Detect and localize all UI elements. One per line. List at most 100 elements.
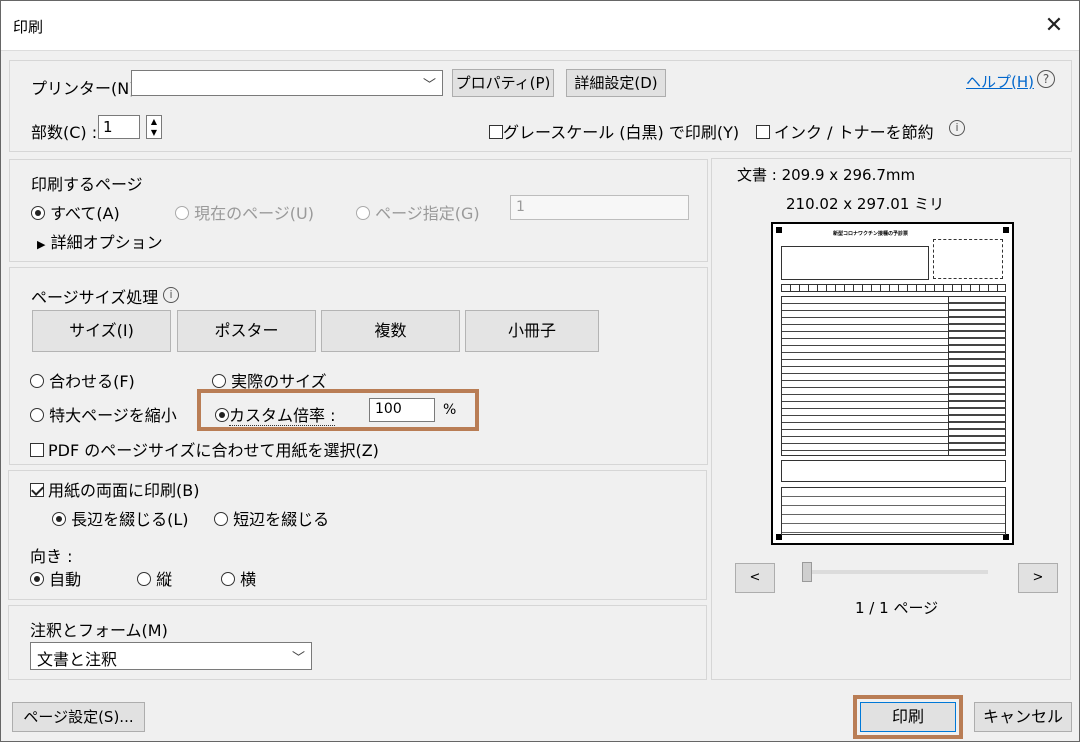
grayscale-option[interactable]: グレースケール (白黒) で印刷(Y) (489, 119, 739, 143)
custom-scale-label: カスタム倍率 : (229, 406, 336, 426)
short-edge-radio[interactable] (214, 512, 228, 526)
shrink-radio[interactable] (30, 408, 44, 422)
sizing-heading: ページサイズ処理 i (31, 284, 179, 308)
help-link[interactable]: ヘルプ(H) (966, 71, 1034, 92)
fit-label: 合わせる(F) (49, 372, 135, 391)
page-range-value: 1 (516, 199, 525, 215)
preview-form-box (781, 246, 929, 280)
fit-radio[interactable] (30, 374, 44, 388)
save-ink-label: インク / トナーを節約 (774, 123, 934, 142)
info-icon[interactable]: i (163, 287, 179, 303)
page-range-option[interactable]: ページ指定(G) (356, 200, 480, 224)
size-tab[interactable]: サイズ(I) (32, 310, 171, 352)
pdf-paper-checkbox[interactable] (30, 443, 44, 457)
duplex-option[interactable]: 用紙の両面に印刷(B) (30, 477, 199, 501)
custom-scale-value: 100 (375, 401, 402, 417)
copies-value: 1 (103, 118, 113, 136)
current-page-label: 現在のページ(U) (194, 204, 314, 223)
portrait-radio[interactable] (137, 572, 151, 586)
title-bar: 印刷 ✕ (1, 1, 1079, 51)
auto-orientation-radio[interactable] (30, 572, 44, 586)
close-icon[interactable]: ✕ (1039, 11, 1069, 41)
page-counter: 1 / 1 ページ (855, 599, 939, 617)
page-preview: 新型コロナワクチン接種の予診票 (771, 222, 1014, 545)
comments-value: 文書と注釈 (37, 650, 118, 669)
long-edge-label: 長辺を綴じる(L) (71, 510, 189, 529)
fit-option[interactable]: 合わせる(F) (30, 368, 135, 392)
all-pages-label: すべて(A) (50, 204, 120, 223)
percent-label: % (443, 402, 457, 418)
portrait-option[interactable]: 縦 (137, 566, 172, 590)
more-options-label: 詳細オプション (50, 233, 163, 252)
page-setup-button[interactable]: ページ設定(S)... (12, 702, 145, 732)
all-pages-option[interactable]: すべて(A) (31, 200, 120, 224)
page-range-label: ページ指定(G) (375, 204, 480, 223)
preview-notice-box (933, 239, 1003, 279)
save-ink-option[interactable]: インク / トナーを節約 (756, 119, 934, 143)
landscape-label: 横 (240, 570, 257, 589)
long-edge-option[interactable]: 長辺を綴じる(L) (52, 506, 189, 530)
short-edge-option[interactable]: 短辺を綴じる (214, 506, 329, 530)
pdf-paper-option[interactable]: PDF のページサイズに合わせて用紙を選択(Z) (30, 437, 379, 461)
chevron-down-icon: ﹀ (291, 651, 305, 666)
preview-bottom-table (781, 487, 1006, 535)
long-edge-radio[interactable] (52, 512, 66, 526)
all-pages-radio[interactable] (31, 206, 45, 220)
triangle-right-icon: ▶ (37, 238, 46, 251)
booklet-tab[interactable]: 小冊子 (465, 310, 599, 352)
orientation-label: 向き : (30, 547, 73, 566)
auto-orientation-option[interactable]: 自動 (30, 566, 81, 590)
shrink-option[interactable]: 特大ページを縮小 (30, 402, 177, 426)
short-edge-label: 短辺を綴じる (233, 510, 330, 529)
shrink-label: 特大ページを縮小 (49, 406, 177, 425)
pdf-paper-label: PDF のページサイズに合わせて用紙を選択(Z) (48, 441, 379, 460)
comments-label: 注釈とフォーム(M) (30, 621, 168, 640)
next-page-button[interactable]: > (1018, 563, 1058, 593)
preview-answer-column (948, 296, 1006, 456)
landscape-option[interactable]: 横 (221, 566, 256, 590)
copies-stepper[interactable]: ▲ ▼ (146, 115, 162, 139)
preview-corner-mark (776, 227, 782, 233)
current-page-radio[interactable] (175, 206, 189, 220)
help-icon[interactable]: ? (1037, 70, 1055, 88)
slider-thumb[interactable] (802, 562, 812, 582)
custom-scale-option[interactable]: カスタム倍率 : (215, 402, 336, 426)
printer-select[interactable]: ﹀ (131, 70, 443, 96)
print-button[interactable]: 印刷 (860, 702, 956, 732)
save-ink-checkbox[interactable] (756, 125, 770, 139)
copies-input[interactable]: 1 (98, 115, 140, 139)
page-range-radio[interactable] (356, 206, 370, 220)
actual-size-radio[interactable] (212, 374, 226, 388)
prev-page-button[interactable]: < (735, 563, 775, 593)
landscape-radio[interactable] (221, 572, 235, 586)
auto-orientation-label: 自動 (49, 570, 82, 589)
info-icon[interactable]: i (949, 120, 965, 136)
page-range-input[interactable]: 1 (510, 195, 689, 220)
advanced-button[interactable]: 詳細設定(D) (566, 69, 666, 97)
dialog-title: 印刷 (13, 18, 44, 36)
chevron-down-icon: ﹀ (422, 78, 436, 93)
preview-corner-mark (1003, 227, 1009, 233)
preview-id-row (781, 284, 1006, 292)
cancel-button[interactable]: キャンセル (974, 702, 1072, 732)
pages-heading: 印刷するページ (31, 175, 143, 194)
duplex-label: 用紙の両面に印刷(B) (48, 481, 200, 500)
custom-scale-input[interactable]: 100 (369, 398, 435, 422)
grayscale-checkbox[interactable] (489, 125, 503, 139)
custom-scale-radio[interactable] (215, 408, 229, 422)
properties-button[interactable]: プロパティ(P) (452, 69, 554, 97)
poster-tab[interactable]: ポスター (177, 310, 316, 352)
paper-size: 210.02 x 297.01 ミリ (786, 195, 945, 213)
portrait-label: 縦 (156, 570, 173, 589)
sizing-heading-text: ページサイズ処理 (31, 288, 159, 307)
more-options-toggle[interactable]: ▶ 詳細オプション (37, 229, 163, 253)
current-page-option[interactable]: 現在のページ(U) (175, 200, 314, 224)
copies-label: 部数(C) : (31, 123, 98, 142)
duplex-checkbox[interactable] (30, 483, 44, 497)
preview-doc-title: 新型コロナワクチン接種の予診票 (833, 231, 909, 237)
page-slider[interactable] (802, 562, 988, 582)
comments-select[interactable]: 文書と注釈 ﹀ (30, 642, 312, 670)
document-size: 文書 : 209.9 x 296.7mm (737, 166, 916, 184)
preview-signature-box (781, 460, 1006, 482)
multiple-tab[interactable]: 複数 (321, 310, 460, 352)
